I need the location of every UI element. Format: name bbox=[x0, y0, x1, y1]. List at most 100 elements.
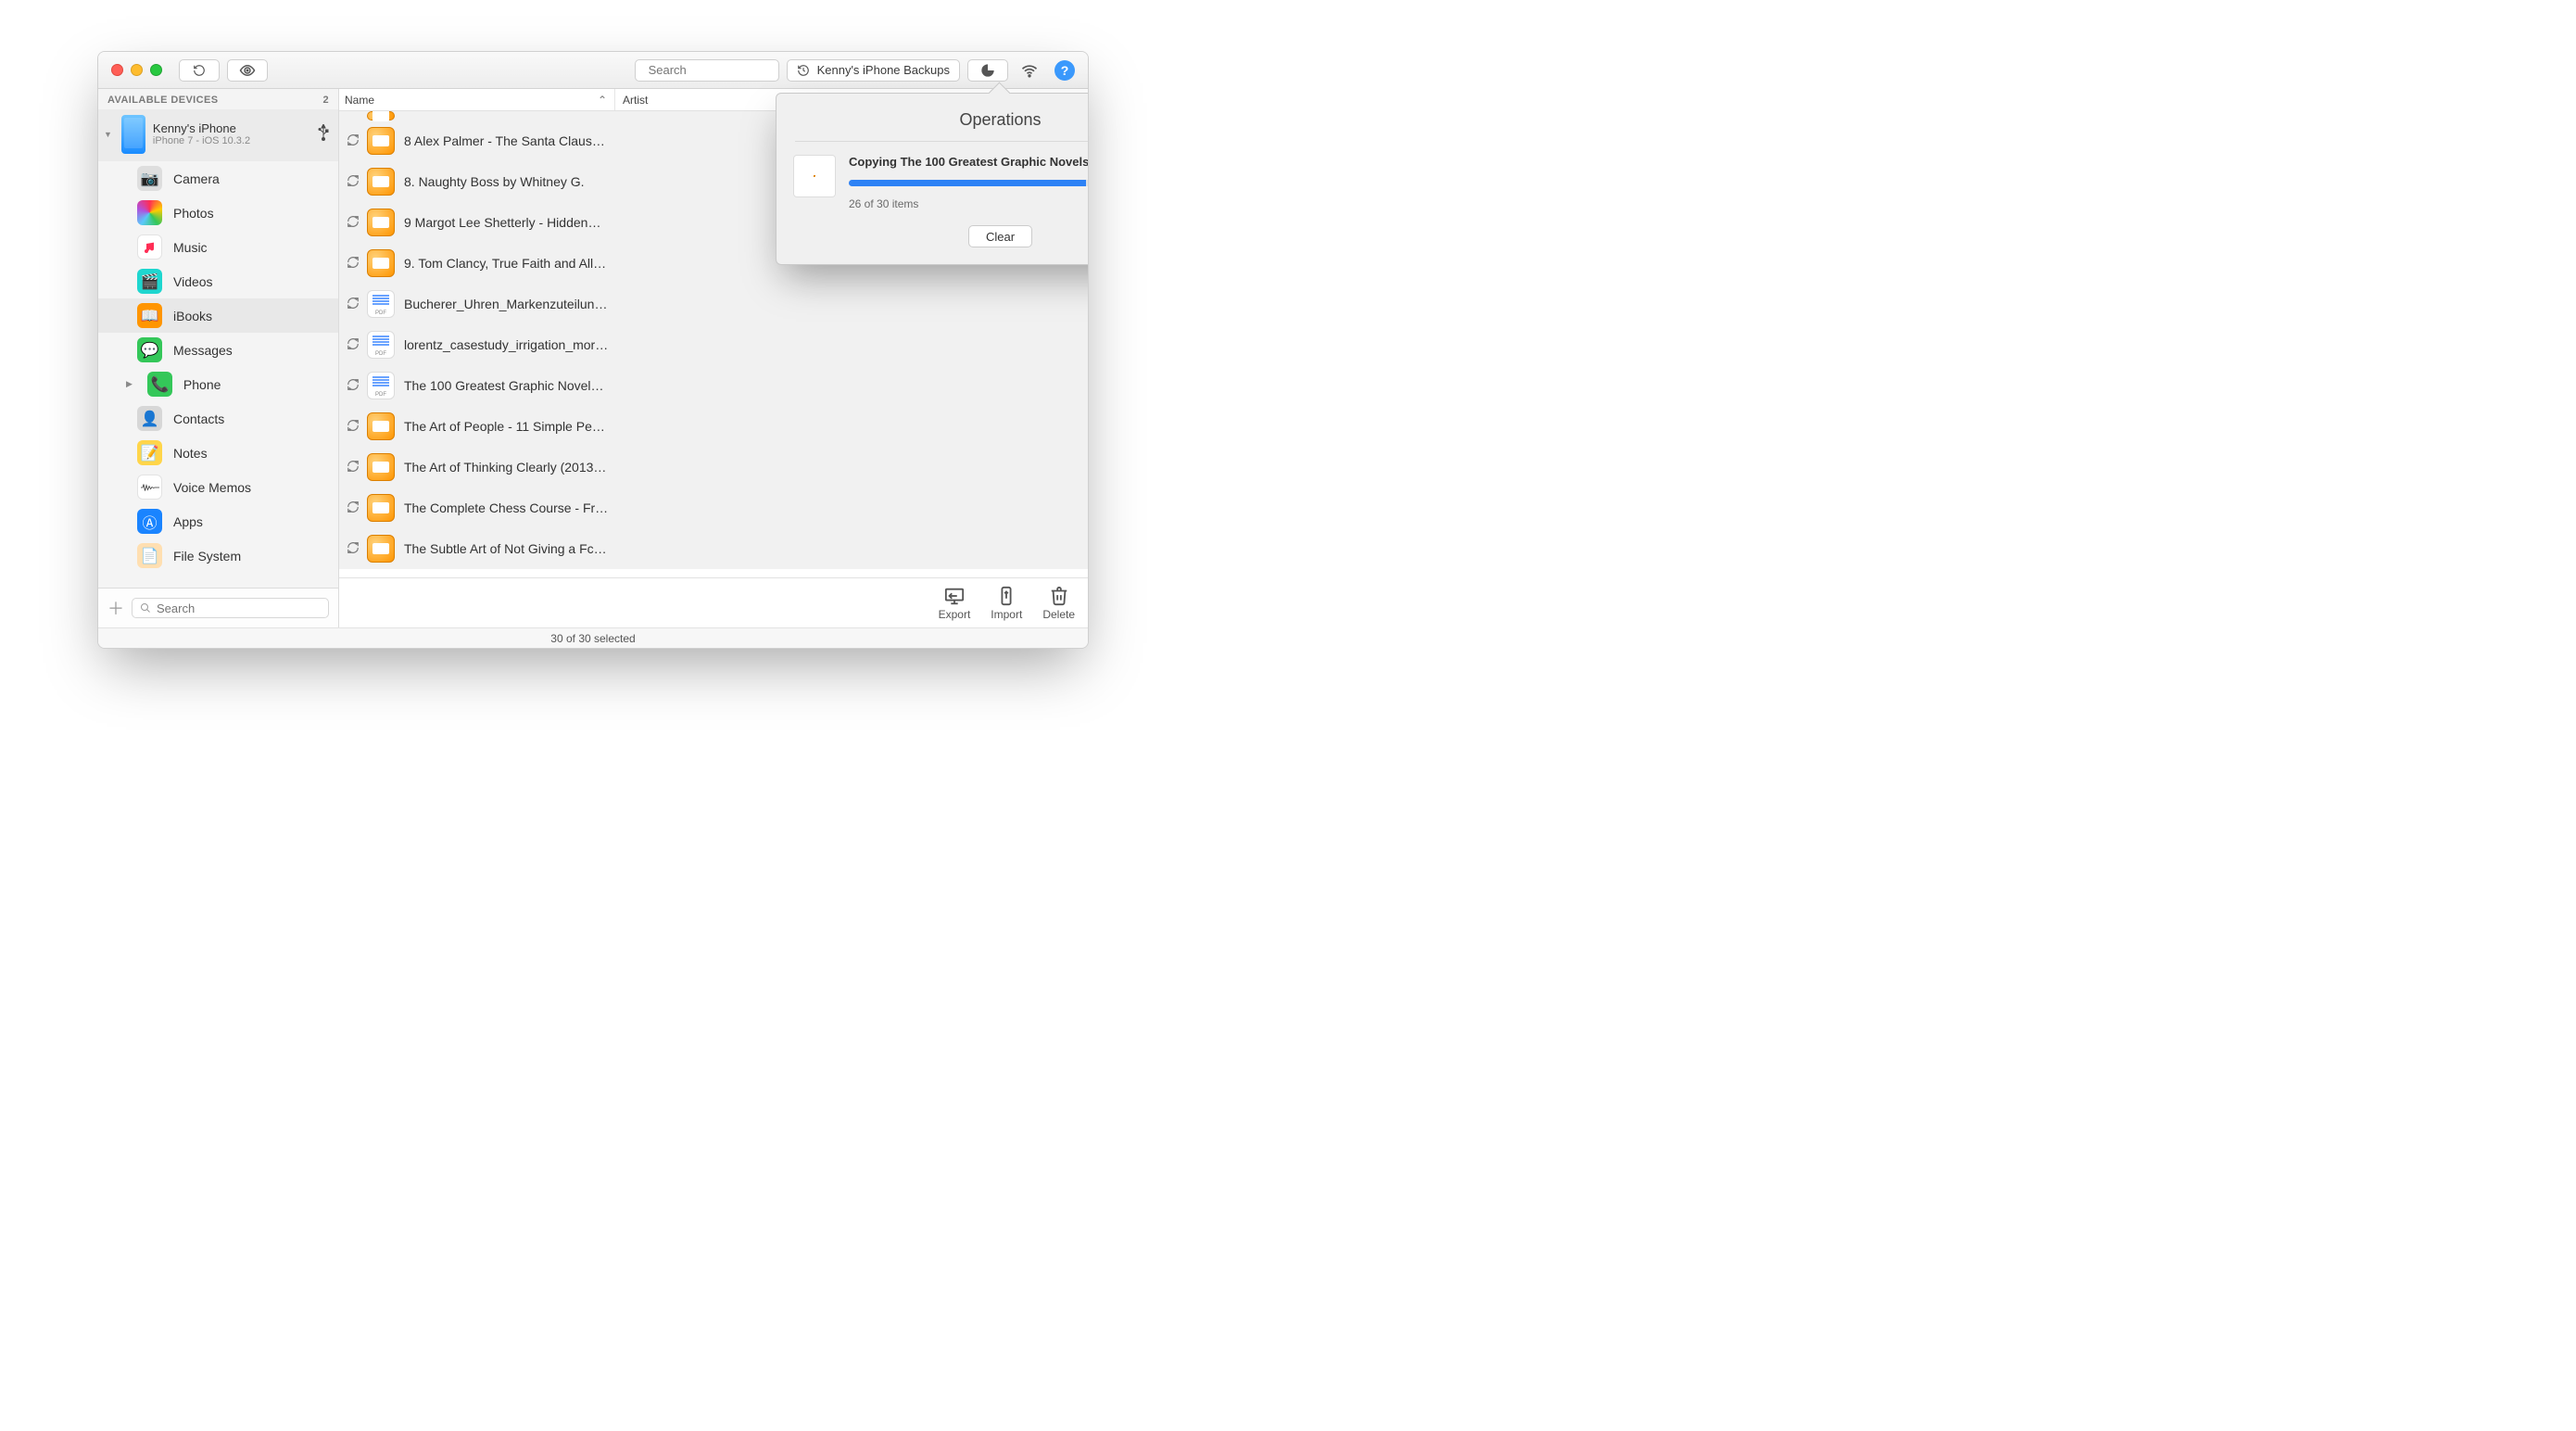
sidebar-item-label: Voice Memos bbox=[173, 480, 251, 495]
close-window-button[interactable] bbox=[111, 64, 123, 76]
sidebar-header: AVAILABLE DEVICES 2 bbox=[98, 89, 338, 109]
sidebar-item-label: Contacts bbox=[173, 412, 224, 426]
book-icon bbox=[367, 209, 395, 236]
import-icon bbox=[996, 586, 1017, 606]
sidebar-search-input[interactable] bbox=[157, 602, 321, 615]
table-row[interactable]: lorentz_casestudy_irrigation_mor… bbox=[339, 324, 1088, 365]
history-icon bbox=[797, 64, 810, 77]
sidebar-item-music[interactable]: Music bbox=[98, 230, 338, 264]
refresh-button[interactable] bbox=[179, 59, 220, 82]
operation-item: Copying The 100 Greatest Graphic Novels … bbox=[793, 155, 1089, 210]
column-header-name[interactable]: Name ⌃ bbox=[339, 89, 615, 110]
file-system-icon: 📄 bbox=[137, 543, 162, 568]
minimize-window-button[interactable] bbox=[131, 64, 143, 76]
delete-button[interactable]: Delete bbox=[1042, 586, 1075, 621]
titlebar: Kenny's iPhone Backups ? bbox=[98, 52, 1088, 89]
toolbar-search[interactable] bbox=[635, 59, 779, 82]
row-title: 8. Naughty Boss by Whitney G. bbox=[404, 174, 585, 189]
wifi-icon bbox=[1020, 61, 1039, 80]
book-icon bbox=[814, 175, 815, 177]
pie-icon bbox=[980, 63, 995, 78]
sidebar-item-photos[interactable]: Photos bbox=[98, 196, 338, 230]
disclosure-icon: ▶ bbox=[126, 379, 133, 389]
book-icon bbox=[367, 127, 395, 155]
device-name: Kenny's iPhone bbox=[153, 121, 250, 136]
notes-icon: 📝 bbox=[137, 440, 162, 465]
sync-icon bbox=[339, 460, 367, 475]
book-icon bbox=[367, 412, 395, 440]
sidebar-item-label: Apps bbox=[173, 514, 203, 529]
table-row[interactable]: The Art of Thinking Clearly (2013… bbox=[339, 447, 1088, 488]
sidebar-item-phone[interactable]: ▶📞Phone bbox=[98, 367, 338, 401]
sidebar-item-videos[interactable]: 🎬 Videos bbox=[98, 264, 338, 298]
sidebar-item-notes[interactable]: 📝Notes bbox=[98, 436, 338, 470]
backups-button[interactable]: Kenny's iPhone Backups bbox=[787, 59, 960, 82]
eye-icon bbox=[239, 62, 256, 79]
usb-icon bbox=[318, 124, 329, 146]
help-button[interactable]: ? bbox=[1054, 60, 1075, 81]
backups-label: Kenny's iPhone Backups bbox=[817, 63, 950, 77]
window-controls bbox=[111, 64, 162, 76]
sidebar-list: 📷Camera Photos Music 🎬 Videos 📖iBooks 💬Me… bbox=[98, 161, 338, 588]
sidebar-search[interactable] bbox=[132, 598, 329, 618]
sidebar-item-label: Camera bbox=[173, 171, 220, 186]
sort-indicator-icon: ⌃ bbox=[598, 94, 607, 107]
preview-button[interactable] bbox=[227, 59, 268, 82]
sync-icon bbox=[339, 541, 367, 557]
sidebar-item-contacts[interactable]: 👤 Contacts bbox=[98, 401, 338, 436]
row-title: The 100 Greatest Graphic Novels… bbox=[404, 378, 610, 393]
add-button[interactable]: ＋ bbox=[107, 596, 122, 620]
voice-memos-icon bbox=[137, 475, 162, 500]
sync-icon bbox=[339, 133, 367, 149]
row-title: lorentz_casestudy_irrigation_mor… bbox=[404, 337, 608, 352]
book-icon bbox=[367, 249, 395, 277]
videos-icon: 🎬 bbox=[137, 269, 162, 294]
table-row[interactable]: The Complete Chess Course - Fr… bbox=[339, 488, 1088, 528]
sync-icon bbox=[339, 256, 367, 272]
operation-progress-text: 26 of 30 items bbox=[849, 197, 1089, 210]
sidebar-item-label: Messages bbox=[173, 343, 233, 358]
row-title: The Subtle Art of Not Giving a Fc… bbox=[404, 541, 607, 556]
sync-icon bbox=[339, 297, 367, 312]
row-title: 8 Alex Palmer - The Santa Claus… bbox=[404, 133, 605, 148]
table-row[interactable]: The Art of People - 11 Simple Peo… bbox=[339, 406, 1088, 447]
sidebar-header-label: AVAILABLE DEVICES bbox=[107, 95, 218, 106]
zoom-window-button[interactable] bbox=[150, 64, 162, 76]
book-icon bbox=[367, 111, 395, 120]
sync-icon bbox=[339, 215, 367, 231]
operations-button[interactable] bbox=[967, 59, 1008, 82]
action-bar: Export Import Delete bbox=[339, 577, 1088, 627]
pdf-icon bbox=[367, 290, 395, 318]
sidebar-item-camera[interactable]: 📷Camera bbox=[98, 161, 338, 196]
sync-icon bbox=[339, 500, 367, 516]
ibooks-icon: 📖 bbox=[137, 303, 162, 328]
export-button[interactable]: Export bbox=[939, 586, 971, 621]
import-button[interactable]: Import bbox=[991, 586, 1022, 621]
search-icon bbox=[140, 602, 151, 614]
table-row[interactable]: The 100 Greatest Graphic Novels… bbox=[339, 365, 1088, 406]
row-title: 9 Margot Lee Shetterly - Hidden… bbox=[404, 215, 600, 230]
table-row[interactable]: Bucherer_Uhren_Markenzuteilung… bbox=[339, 284, 1088, 324]
operation-thumb bbox=[793, 155, 836, 197]
sidebar-item-label: Videos bbox=[173, 274, 213, 289]
table-row[interactable]: The Subtle Art of Not Giving a Fc… bbox=[339, 528, 1088, 569]
iphone-icon bbox=[121, 115, 145, 154]
device-row[interactable]: ▼ Kenny's iPhone iPhone 7 - iOS 10.3.2 bbox=[98, 109, 338, 161]
row-title: 9. Tom Clancy, True Faith and All… bbox=[404, 256, 606, 271]
sidebar-item-messages[interactable]: 💬Messages bbox=[98, 333, 338, 367]
device-subtitle: iPhone 7 - iOS 10.3.2 bbox=[153, 135, 250, 147]
sidebar-item-ibooks[interactable]: 📖iBooks bbox=[98, 298, 338, 333]
clear-button[interactable]: Clear bbox=[968, 225, 1032, 247]
sidebar-item-voice-memos[interactable]: Voice Memos bbox=[98, 470, 338, 504]
book-icon bbox=[367, 168, 395, 196]
sidebar-item-apps[interactable]: Ⓐ Apps bbox=[98, 504, 338, 538]
book-icon bbox=[367, 535, 395, 563]
refresh-icon bbox=[193, 64, 206, 77]
sidebar-item-file-system[interactable]: 📄File System bbox=[98, 538, 338, 573]
operations-title: Operations bbox=[793, 110, 1089, 130]
sidebar-footer: ＋ bbox=[98, 588, 338, 627]
contacts-icon: 👤 bbox=[137, 406, 162, 431]
wifi-transfer-button[interactable] bbox=[1016, 59, 1043, 82]
photos-icon bbox=[137, 200, 162, 225]
apps-icon: Ⓐ bbox=[137, 509, 162, 534]
